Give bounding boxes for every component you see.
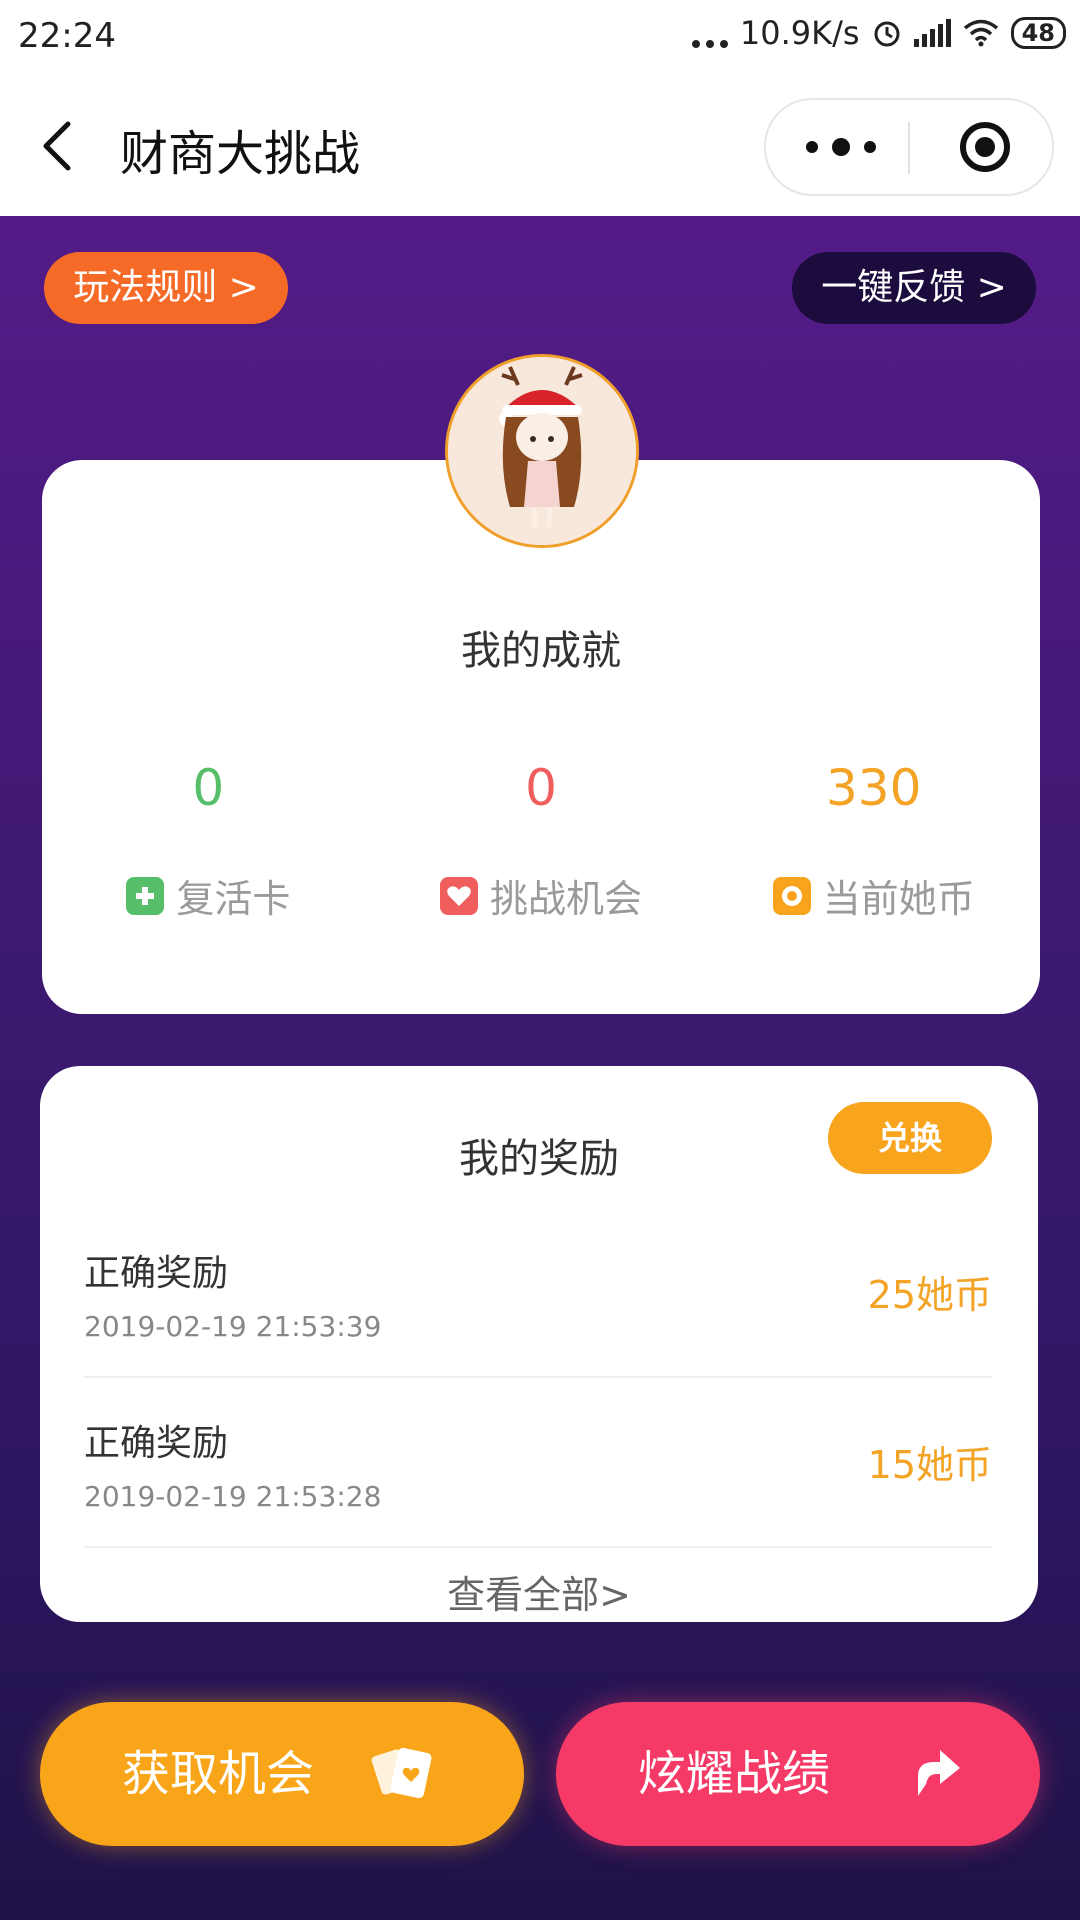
stat-value: 0 <box>525 759 557 817</box>
show-off-label: 炫耀战绩 <box>638 1746 831 1802</box>
avatar <box>445 354 639 548</box>
share-arrow-icon <box>918 1750 960 1796</box>
back-icon[interactable] <box>36 118 88 174</box>
get-chance-button[interactable]: 获取机会 <box>40 1702 524 1846</box>
net-speed: 10.9K/s <box>739 14 860 52</box>
plus-icon <box>126 876 165 915</box>
stats-row: 0 复活卡 0 挑战机会 330 当前她币 <box>42 756 1040 923</box>
rules-button[interactable]: 玩法规则 > <box>44 252 288 324</box>
stat-label: 复活卡 <box>176 877 291 921</box>
stat-label: 挑战机会 <box>490 877 643 921</box>
main-content: 玩法规则 > 一键反馈 > 我的成就 0 复活卡 0 挑战机会 330 当前她币… <box>0 216 1080 1920</box>
alarm-icon <box>874 21 900 47</box>
reward-amount: 25她币 <box>867 1273 992 1317</box>
card-icon <box>371 1747 432 1799</box>
more-notifications-icon <box>691 18 728 48</box>
reward-time: 2019-02-19 21:53:39 <box>84 1310 382 1343</box>
status-right: 10.9K/s 48 <box>691 14 1066 52</box>
stat-challenge-chances: 0 挑战机会 <box>375 756 708 923</box>
stat-coins: 330 当前她币 <box>707 756 1040 923</box>
close-miniprogram-icon[interactable] <box>958 120 1012 174</box>
reward-name: 正确奖励 <box>84 1423 229 1464</box>
wifi-icon <box>963 19 998 47</box>
page-title: 财商大挑战 <box>120 126 361 182</box>
feedback-button[interactable]: 一键反馈 > <box>792 252 1036 324</box>
reward-amount: 15她币 <box>867 1443 992 1487</box>
reward-row: 正确奖励 2019-02-19 21:53:28 15她币 <box>84 1376 992 1548</box>
stat-value: 0 <box>192 759 225 817</box>
stat-value: 330 <box>825 759 922 817</box>
stat-label-row: 挑战机会 <box>375 868 708 923</box>
achievements-title: 我的成就 <box>461 628 621 674</box>
status-bar: 22:24 10.9K/s 48 <box>0 0 1080 74</box>
show-off-button[interactable]: 炫耀战绩 <box>556 1702 1040 1846</box>
nav-bar: 财商大挑战 <box>0 74 1080 216</box>
status-time: 22:24 <box>18 16 116 56</box>
heart-icon <box>440 876 478 915</box>
signal-icon <box>913 19 951 47</box>
capsule-divider <box>908 122 910 174</box>
reward-name: 正确奖励 <box>84 1253 229 1294</box>
stat-revive-cards: 0 复活卡 <box>42 756 375 923</box>
view-all-link[interactable]: 查看全部> <box>40 1564 1038 1619</box>
mini-program-capsule <box>764 98 1054 196</box>
reward-row: 正确奖励 2019-02-19 21:53:39 25她币 <box>84 1206 992 1378</box>
exchange-button[interactable]: 兑换 <box>828 1102 992 1174</box>
rewards-card: 我的奖励 兑换 正确奖励 2019-02-19 21:53:39 25她币 正确… <box>40 1066 1038 1622</box>
get-chance-label: 获取机会 <box>122 1746 315 1802</box>
stat-label-row: 当前她币 <box>707 868 1040 923</box>
more-icon[interactable] <box>806 134 876 160</box>
battery-indicator: 48 <box>1010 17 1066 49</box>
stat-label: 当前她币 <box>822 877 975 921</box>
stat-label-row: 复活卡 <box>42 868 375 923</box>
reward-time: 2019-02-19 21:53:28 <box>84 1480 382 1513</box>
coin-icon <box>772 876 811 915</box>
